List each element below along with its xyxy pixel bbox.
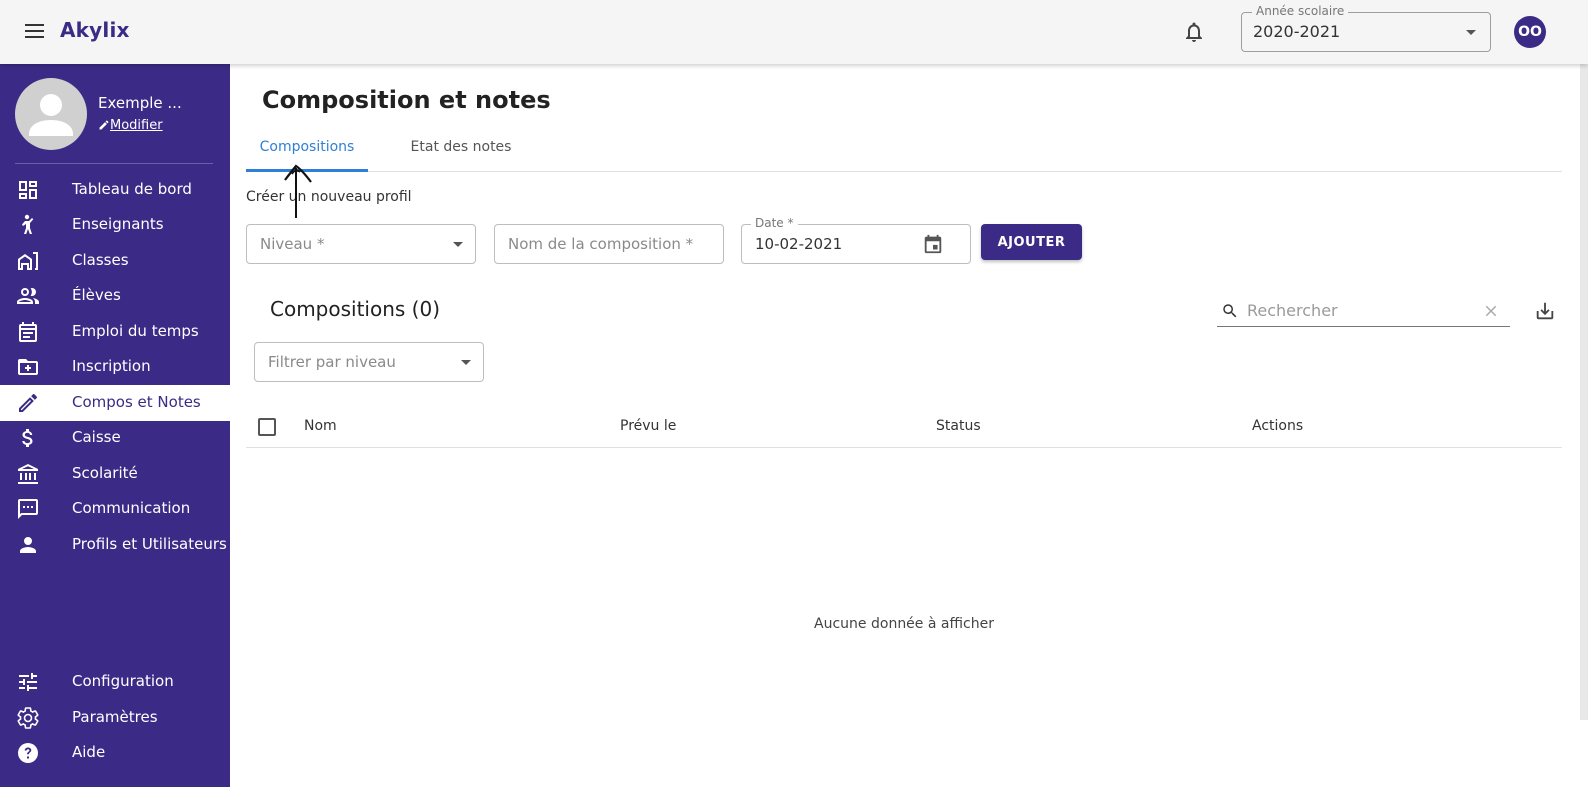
table-header: Nom Prévu le Status Actions (246, 404, 1562, 448)
sidebar-item-label: Emploi du temps (72, 322, 199, 340)
tab-etat-des-notes[interactable]: Etat des notes (396, 128, 526, 172)
compositions-list-title: Compositions (0) (270, 297, 441, 321)
sidebar-item-label: Compos et Notes (72, 393, 201, 411)
add-button[interactable]: AJOUTER (981, 224, 1082, 260)
sidebar-item-label: Scolarité (72, 464, 138, 482)
composition-name-field[interactable]: Nom de la composition * (494, 224, 724, 264)
sidebar-item-label: Classes (72, 251, 129, 269)
date-label: Date * (751, 216, 798, 230)
sidebar-item-eleves[interactable]: Élèves (0, 278, 230, 314)
filter-placeholder: Filtrer par niveau (268, 353, 396, 371)
sidebar-item-tableau-de-bord[interactable]: Tableau de bord (0, 172, 230, 208)
select-all-checkbox[interactable] (258, 418, 276, 436)
sidebar-item-profils-et-utilisateurs[interactable]: Profils et Utilisateurs (0, 527, 230, 563)
main-content: Composition et notes Compositions Etat d… (230, 64, 1588, 787)
search-input[interactable] (1247, 298, 1467, 322)
sidebar-item-parametres[interactable]: Paramètres (0, 700, 230, 736)
dropdown-arrow-icon (453, 242, 463, 247)
sidebar-item-compos-et-notes[interactable]: Compos et Notes (0, 385, 230, 421)
school-year-label: Année scolaire (1252, 4, 1349, 18)
sidebar-item-label: Communication (72, 499, 191, 517)
column-header-actions[interactable]: Actions (1252, 418, 1303, 434)
sidebar-item-label: Aide (72, 743, 106, 761)
tabs: Compositions Etat des notes (246, 128, 1562, 172)
date-field[interactable]: Date * 10-02-2021 (741, 216, 971, 264)
sidebar-item-scolarite[interactable]: Scolarité (0, 456, 230, 492)
bank-icon (18, 464, 38, 484)
niveau-select[interactable]: Niveau * (246, 224, 476, 264)
chat-icon (18, 499, 38, 519)
sidebar-item-enseignants[interactable]: Enseignants (0, 207, 230, 243)
school-year-value: 2020-2021 (1253, 22, 1341, 41)
create-section-label: Créer un nouveau profil (246, 189, 412, 205)
profile-edit-label: Modifier (110, 118, 163, 133)
dropdown-arrow-icon (1466, 30, 1476, 35)
person-icon (20, 537, 36, 553)
gear-icon (17, 707, 39, 729)
search-box (1217, 296, 1510, 327)
calendar-icon (19, 322, 37, 342)
teacher-icon (22, 214, 34, 234)
sidebar-item-classes[interactable]: Classes (0, 243, 230, 279)
sidebar-item-label: Profils et Utilisateurs (72, 535, 227, 553)
sidebar-item-aide[interactable]: Aide (0, 735, 230, 771)
building-icon (18, 252, 38, 270)
dropdown-arrow-icon (461, 360, 471, 365)
top-app-bar: Akylix Année scolaire 2020-2021 OO (0, 0, 1588, 64)
filter-by-level-select[interactable]: Filtrer par niveau (254, 342, 484, 382)
sidebar-item-caisse[interactable]: Caisse (0, 420, 230, 456)
sliders-icon (19, 673, 37, 691)
sidebar-item-label: Paramètres (72, 708, 158, 726)
page-title: Composition et notes (262, 86, 551, 114)
dollar-icon (22, 429, 33, 447)
sidebar-item-label: Élèves (72, 286, 121, 304)
help-icon (18, 743, 38, 763)
sidebar: Exemple ... Modifier Tableau de bord Ens… (0, 64, 230, 787)
folder-plus-icon (18, 359, 38, 375)
sidebar-item-label: Configuration (72, 672, 174, 690)
search-icon[interactable] (1221, 302, 1239, 320)
date-value: 10-02-2021 (755, 235, 843, 253)
pencil-icon (99, 120, 109, 130)
sidebar-item-inscription[interactable]: Inscription (0, 349, 230, 385)
sidebar-profile: Exemple ... Modifier (15, 78, 215, 150)
sidebar-item-emploi-du-temps[interactable]: Emploi du temps (0, 314, 230, 350)
notification-bell-icon[interactable] (1182, 20, 1206, 44)
empty-table-message: Aucune donnée à afficher (814, 616, 994, 632)
sidebar-item-label: Inscription (72, 357, 151, 375)
sidebar-item-label: Caisse (72, 428, 121, 446)
user-avatar[interactable]: OO (1514, 16, 1546, 48)
profile-name: Exemple ... (98, 94, 182, 112)
vertical-scrollbar[interactable] (1580, 64, 1588, 720)
sidebar-item-label: Tableau de bord (72, 180, 192, 198)
calendar-picker-icon[interactable] (922, 233, 944, 255)
pencil-icon (19, 393, 38, 412)
column-header-prevu-le[interactable]: Prévu le (620, 418, 676, 434)
sidebar-item-communication[interactable]: Communication (0, 491, 230, 527)
hamburger-menu-icon[interactable] (22, 20, 48, 44)
composition-name-placeholder: Nom de la composition * (508, 235, 694, 253)
clear-search-icon[interactable] (1482, 302, 1500, 320)
niveau-placeholder: Niveau * (260, 235, 325, 253)
sidebar-item-label: Enseignants (72, 215, 164, 233)
people-icon (17, 288, 39, 304)
app-brand[interactable]: Akylix (60, 18, 130, 42)
dashboard-icon (19, 181, 37, 199)
sidebar-item-configuration[interactable]: Configuration (0, 664, 230, 700)
profile-avatar-icon (15, 78, 87, 150)
column-header-nom[interactable]: Nom (304, 418, 337, 434)
profile-edit-link[interactable]: Modifier (98, 118, 163, 133)
download-icon[interactable] (1534, 300, 1556, 322)
school-year-select[interactable]: Année scolaire 2020-2021 (1241, 4, 1491, 52)
sidebar-divider (15, 163, 213, 164)
tab-compositions[interactable]: Compositions (246, 128, 368, 172)
column-header-status[interactable]: Status (936, 418, 981, 434)
